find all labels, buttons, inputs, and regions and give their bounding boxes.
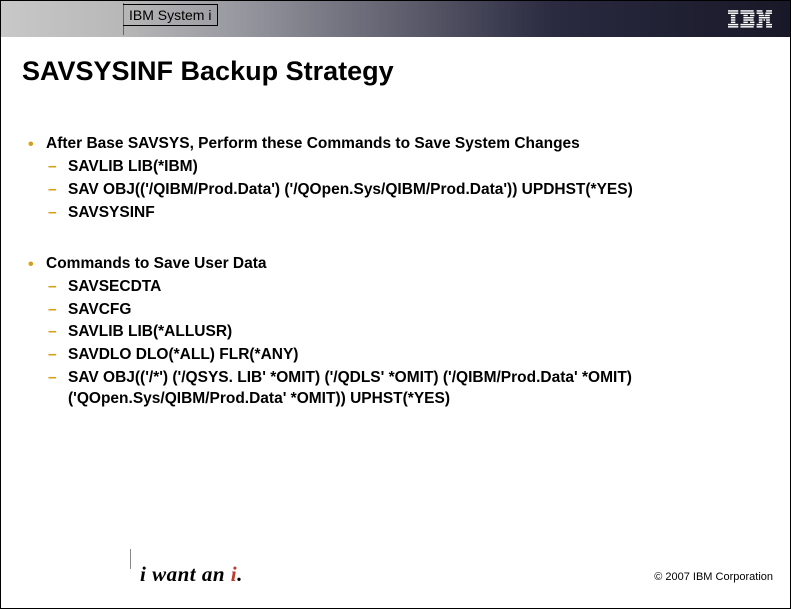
list-item: SAV OBJ(('/*') ('/QSYS. LIB' *OMIT) ('/Q… bbox=[46, 368, 768, 410]
ibm-logo-svg bbox=[728, 10, 772, 28]
list-item: SAVLIB LIB(*ALLUSR) bbox=[46, 322, 768, 343]
list-item: SAVSECDTA bbox=[46, 277, 768, 298]
section-heading: After Base SAVSYS, Perform these Command… bbox=[46, 135, 580, 152]
section-2: Commands to Save User Data SAVSECDTA SAV… bbox=[28, 254, 768, 410]
footer: i want an i. © 2007 IBM Corporation bbox=[0, 567, 791, 595]
tagline: i want an i. bbox=[140, 562, 243, 587]
list-item: SAV OBJ(('/QIBM/Prod.Data') ('/QOpen.Sys… bbox=[46, 180, 768, 201]
footer-divider bbox=[130, 549, 131, 569]
ibm-logo-icon bbox=[728, 10, 772, 28]
tagline-suffix: . bbox=[237, 562, 243, 586]
product-line-label: IBM System i bbox=[123, 4, 218, 26]
content-body: After Base SAVSYS, Perform these Command… bbox=[28, 134, 768, 440]
top-banner: IBM System i bbox=[1, 1, 790, 37]
page-title: SAVSYSINF Backup Strategy bbox=[22, 56, 394, 87]
list-item: SAVCFG bbox=[46, 300, 768, 321]
list-item: SAVLIB LIB(*IBM) bbox=[46, 157, 768, 178]
tagline-prefix: i want an bbox=[140, 562, 231, 586]
section-1: After Base SAVSYS, Perform these Command… bbox=[28, 134, 768, 224]
list-item: SAVSYSINF bbox=[46, 203, 768, 224]
copyright-text: © 2007 IBM Corporation bbox=[654, 571, 773, 583]
section-heading: Commands to Save User Data bbox=[46, 255, 267, 272]
list-item: SAVDLO DLO(*ALL) FLR(*ANY) bbox=[46, 345, 768, 366]
